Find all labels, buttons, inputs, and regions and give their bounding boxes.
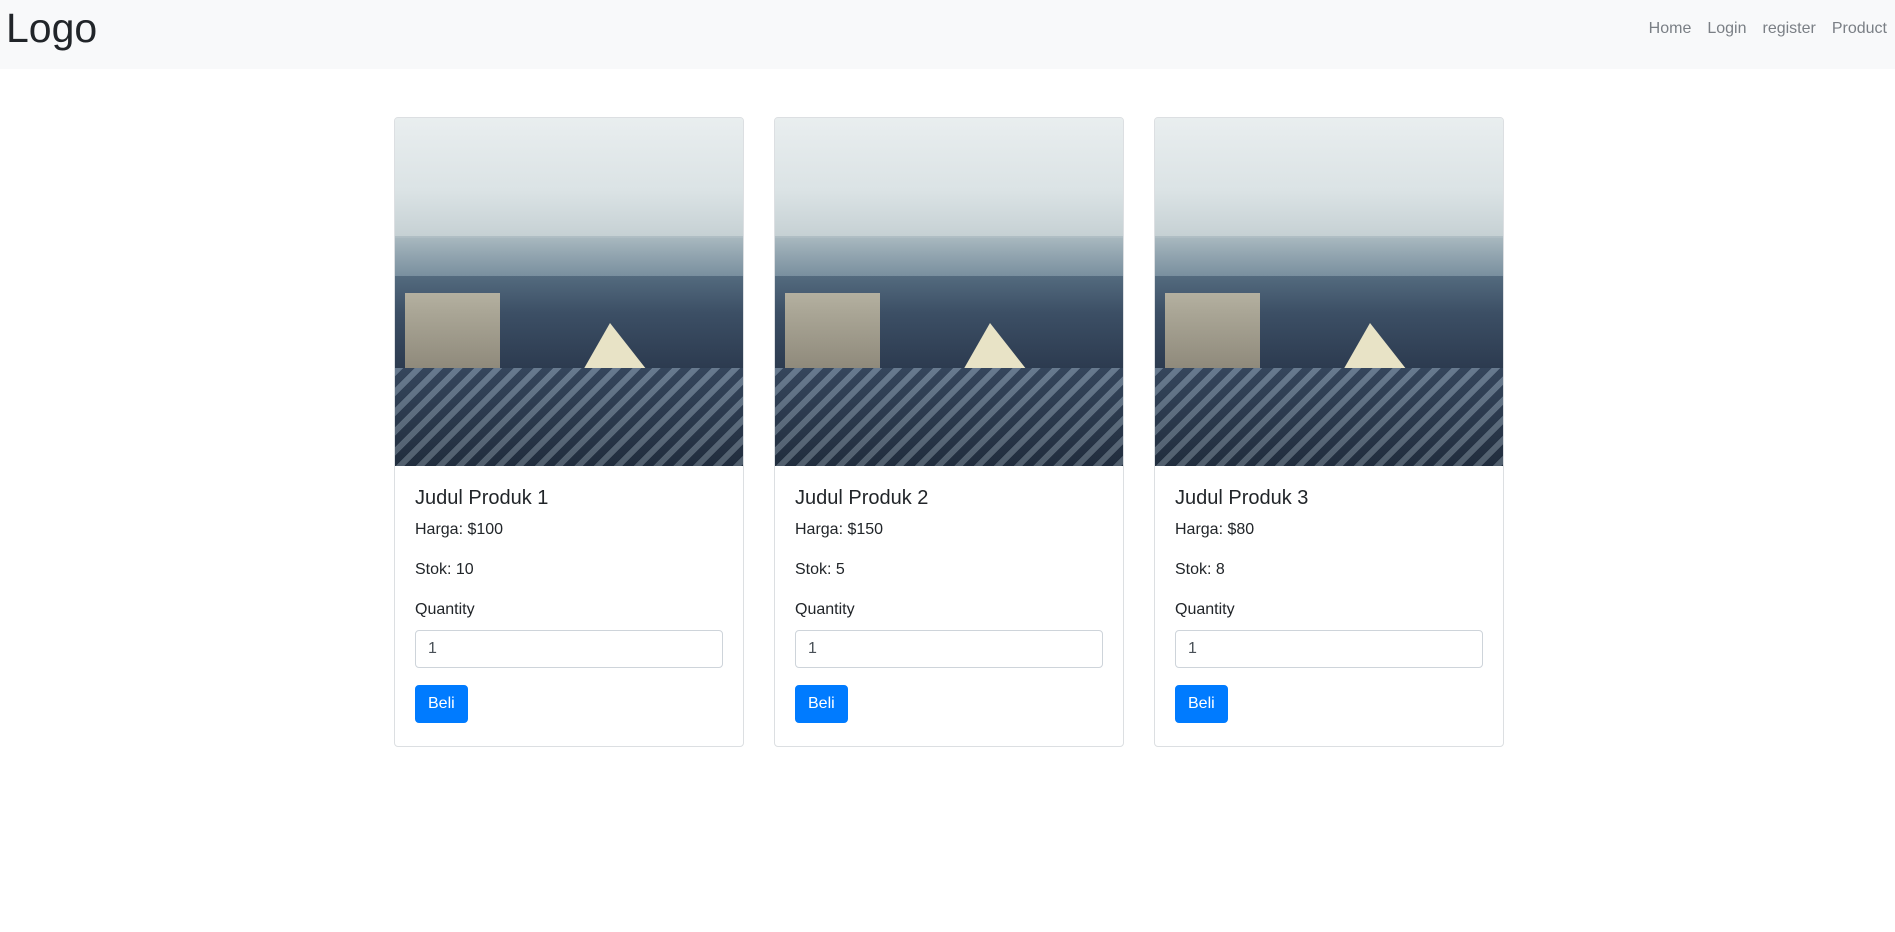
product-price: Harga: $80 [1175,521,1255,538]
nav-link-product[interactable]: Product [1824,18,1895,40]
image-sky [1155,118,1503,238]
image-rooftops [395,368,743,466]
quantity-input[interactable] [1175,630,1483,668]
quantity-input[interactable] [415,630,723,668]
buy-button[interactable]: Beli [415,685,468,723]
quantity-input[interactable] [795,630,1103,668]
card-body: Judul Produk 2 Harga: $150 Stok: 5 Quant… [775,466,1123,743]
quantity-label: Quantity [1175,601,1235,618]
image-haze [395,236,743,276]
quantity-label: Quantity [795,601,855,618]
image-haze [1155,236,1503,276]
product-stock: Stok: 5 [795,561,845,578]
buy-button[interactable]: Beli [795,685,848,723]
product-title: Judul Produk 3 [1175,487,1309,509]
product-card: Judul Produk 3 Harga: $80 Stok: 8 Quanti… [1154,117,1504,747]
product-title: Judul Produk 1 [415,487,549,509]
image-sky [395,118,743,238]
product-price: Harga: $100 [415,521,504,538]
card-body: Judul Produk 1 Harga: $100 Stok: 10 Quan… [395,466,743,743]
product-card: Judul Produk 1 Harga: $100 Stok: 10 Quan… [394,117,744,747]
image-rooftops [1155,368,1503,466]
product-title: Judul Produk 2 [795,487,929,509]
quantity-label: Quantity [415,601,475,618]
buy-button[interactable]: Beli [1175,685,1228,723]
card-body: Judul Produk 3 Harga: $80 Stok: 8 Quanti… [1155,466,1503,743]
product-grid: Judul Produk 1 Harga: $100 Stok: 10 Quan… [394,117,1504,747]
product-image [1155,118,1503,466]
image-rooftops [775,368,1123,466]
navbar: Logo Home Login register Product [0,0,1895,69]
nav-link-login[interactable]: Login [1699,18,1754,40]
nav-links: Home Login register Product [1641,18,1895,40]
product-image [775,118,1123,466]
nav-link-register[interactable]: register [1755,18,1824,40]
product-stock: Stok: 8 [1175,561,1225,578]
image-haze [775,236,1123,276]
product-image [395,118,743,466]
product-price: Harga: $150 [795,521,884,538]
image-sky [775,118,1123,238]
product-stock: Stok: 10 [415,561,474,578]
brand-logo[interactable]: Logo [6,4,97,52]
nav-link-home[interactable]: Home [1641,18,1700,40]
product-card: Judul Produk 2 Harga: $150 Stok: 5 Quant… [774,117,1124,747]
